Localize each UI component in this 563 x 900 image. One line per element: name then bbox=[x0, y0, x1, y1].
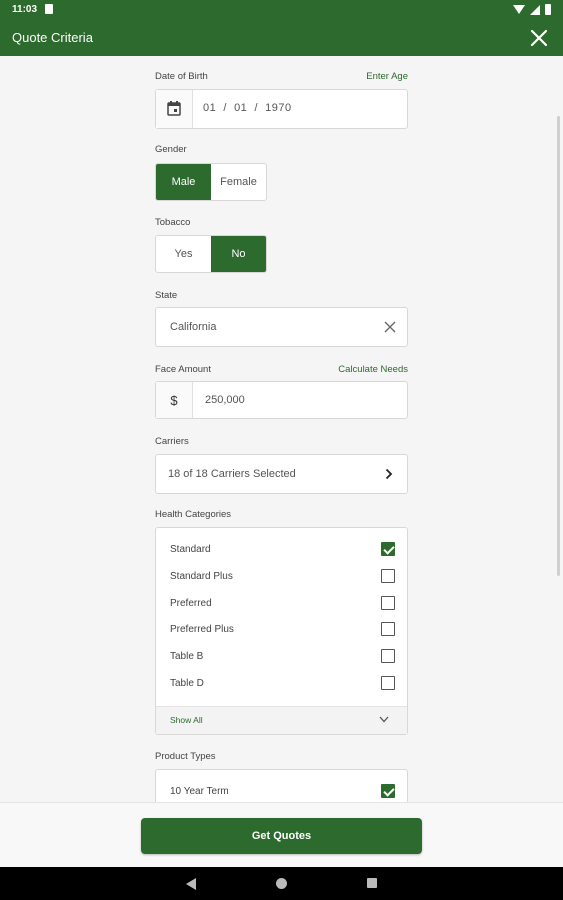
product-type-label: 10 Year Term bbox=[170, 786, 229, 797]
health-category-label: Preferred bbox=[170, 598, 212, 609]
state-value[interactable]: California bbox=[170, 321, 216, 333]
get-quotes-button[interactable]: Get Quotes bbox=[141, 818, 422, 854]
system-nav-bar bbox=[0, 867, 563, 900]
health-category-preferred-plus[interactable]: Preferred Plus bbox=[170, 620, 395, 640]
product-types-label: Product Types bbox=[155, 751, 216, 762]
checkbox[interactable] bbox=[381, 569, 395, 583]
face-amount-value[interactable]: 250,000 bbox=[205, 394, 245, 406]
home-icon[interactable] bbox=[276, 878, 287, 889]
gender-option-male[interactable]: Male bbox=[156, 164, 211, 200]
page-title: Quote Criteria bbox=[12, 30, 93, 45]
show-all-label: Show All bbox=[170, 715, 203, 725]
dob-month[interactable]: 01 bbox=[203, 102, 216, 114]
product-type-10-year-term[interactable]: 10 Year Term bbox=[170, 782, 395, 802]
chevron-right-icon bbox=[385, 468, 393, 480]
dob-day[interactable]: 01 bbox=[234, 102, 247, 114]
health-category-label: Preferred Plus bbox=[170, 624, 234, 635]
chevron-down-icon bbox=[379, 716, 389, 723]
dob-separator: / bbox=[223, 102, 227, 114]
checkbox[interactable] bbox=[381, 649, 395, 663]
checkbox[interactable] bbox=[381, 542, 395, 556]
scrollbar[interactable] bbox=[557, 116, 560, 576]
tobacco-label: Tobacco bbox=[155, 217, 191, 228]
show-all-toggle[interactable]: Show All bbox=[156, 706, 407, 734]
health-category-label: Table D bbox=[170, 678, 204, 689]
dollar-prefix: $ bbox=[156, 382, 193, 418]
dob-label: Date of Birth bbox=[155, 71, 208, 82]
health-category-table-d[interactable]: Table D bbox=[170, 674, 395, 694]
health-category-preferred[interactable]: Preferred bbox=[170, 594, 395, 614]
dob-year[interactable]: 1970 bbox=[265, 102, 291, 114]
sim-card-icon bbox=[45, 4, 53, 14]
checkbox[interactable] bbox=[381, 622, 395, 636]
face-amount-label: Face Amount bbox=[155, 364, 211, 375]
tobacco-option-no[interactable]: No bbox=[211, 236, 266, 272]
product-types-list: 10 Year Term bbox=[155, 769, 408, 802]
face-amount-field[interactable]: $ 250,000 bbox=[155, 381, 408, 419]
carriers-value: 18 of 18 Carriers Selected bbox=[168, 468, 296, 480]
footer: Get Quotes bbox=[0, 802, 563, 867]
status-time: 11:03 bbox=[12, 4, 38, 15]
status-bar: 11:03 bbox=[0, 0, 563, 20]
gender-option-female[interactable]: Female bbox=[211, 164, 266, 200]
signal-icon bbox=[530, 4, 540, 15]
health-category-label: Standard bbox=[170, 544, 211, 555]
checkbox[interactable] bbox=[381, 676, 395, 690]
criteria-form[interactable]: Date of Birth Enter Age 01 / 01 / 1970 G… bbox=[0, 56, 563, 802]
clear-icon[interactable] bbox=[383, 320, 397, 334]
checkbox[interactable] bbox=[381, 596, 395, 610]
calculate-needs-link[interactable]: Calculate Needs bbox=[338, 364, 408, 375]
enter-age-link[interactable]: Enter Age bbox=[366, 71, 408, 82]
tobacco-option-yes[interactable]: Yes bbox=[156, 236, 211, 272]
status-icons bbox=[513, 4, 551, 15]
wifi-icon bbox=[513, 5, 525, 14]
carriers-selector[interactable]: 18 of 18 Carriers Selected bbox=[155, 454, 408, 494]
battery-icon bbox=[545, 4, 551, 15]
state-field[interactable]: California bbox=[155, 307, 408, 347]
state-label: State bbox=[155, 290, 178, 301]
checkbox[interactable] bbox=[381, 784, 395, 798]
calendar-button[interactable] bbox=[156, 90, 193, 128]
dob-separator: / bbox=[254, 102, 258, 114]
gender-label: Gender bbox=[155, 144, 187, 155]
back-icon[interactable] bbox=[186, 878, 196, 890]
health-category-standard-plus[interactable]: Standard Plus bbox=[170, 567, 395, 587]
health-category-table-b[interactable]: Table B bbox=[170, 647, 395, 667]
dob-field[interactable]: 01 / 01 / 1970 bbox=[155, 89, 408, 129]
health-categories-list: Standard Standard Plus Preferred Preferr… bbox=[155, 527, 408, 735]
close-icon[interactable] bbox=[527, 26, 551, 50]
health-category-label: Table B bbox=[170, 651, 204, 662]
health-category-label: Standard Plus bbox=[170, 571, 233, 582]
calendar-icon bbox=[167, 101, 181, 116]
dob-value[interactable]: 01 / 01 / 1970 bbox=[203, 102, 292, 114]
carriers-label: Carriers bbox=[155, 436, 189, 447]
gender-toggle[interactable]: Male Female bbox=[155, 163, 267, 201]
recent-apps-icon[interactable] bbox=[367, 878, 377, 888]
tobacco-toggle[interactable]: Yes No bbox=[155, 235, 267, 273]
app-bar: Quote Criteria bbox=[0, 20, 563, 56]
health-categories-label: Health Categories bbox=[155, 509, 232, 520]
health-category-standard[interactable]: Standard bbox=[170, 540, 395, 560]
